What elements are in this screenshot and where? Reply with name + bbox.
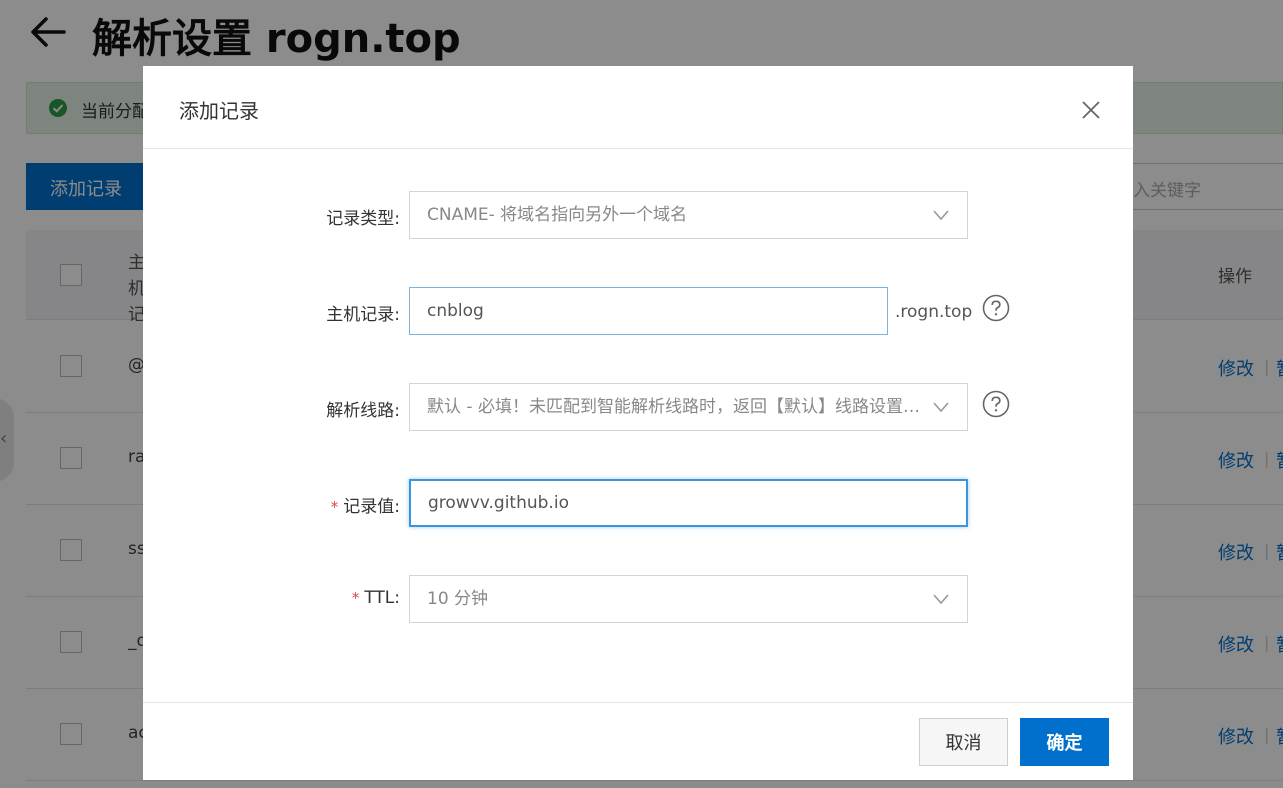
add-record-dialog: 添加记录 记录类型: CNAME- 将域名指向另外一个域名 主机记录: cnbl…: [143, 66, 1133, 780]
ttl-label-text: TTL:: [364, 588, 400, 608]
dialog-footer: 取消 确定: [143, 702, 1133, 780]
host-record-label: 主机记录:: [326, 305, 400, 325]
ttl-label: * TTL:: [352, 588, 400, 608]
cancel-button[interactable]: 取消: [919, 718, 1008, 766]
record-type-select[interactable]: CNAME- 将域名指向另外一个域名: [409, 191, 968, 239]
chevron-down-icon: [933, 594, 949, 605]
line-value: 默认 - 必填！未匹配到智能解析线路时，返回【默认】线路设置结果: [427, 397, 927, 417]
record-value-label-text: 记录值:: [343, 497, 400, 517]
close-icon[interactable]: [1080, 99, 1102, 121]
chevron-down-icon: [933, 210, 949, 221]
host-record-input[interactable]: cnblog: [409, 287, 888, 335]
record-value-input[interactable]: growvv.github.io: [409, 479, 968, 527]
line-select[interactable]: 默认 - 必填！未匹配到智能解析线路时，返回【默认】线路设置结果: [409, 383, 968, 431]
required-mark: *: [330, 498, 339, 516]
required-mark: *: [351, 589, 360, 607]
help-icon[interactable]: [982, 294, 1010, 322]
record-type-label: 记录类型:: [326, 209, 400, 229]
chevron-down-icon: [933, 402, 949, 413]
confirm-button[interactable]: 确定: [1020, 718, 1109, 766]
help-icon[interactable]: [982, 390, 1010, 418]
dialog-header: 添加记录: [143, 66, 1133, 149]
dialog-title: 添加记录: [179, 99, 259, 123]
ttl-select[interactable]: 10 分钟: [409, 575, 968, 623]
record-type-value: CNAME- 将域名指向另外一个域名: [427, 205, 688, 225]
line-label: 解析线路:: [326, 401, 400, 421]
record-value-label: * 记录值:: [331, 492, 400, 517]
domain-suffix: .rogn.top: [895, 302, 973, 322]
ttl-value: 10 分钟: [427, 589, 489, 609]
